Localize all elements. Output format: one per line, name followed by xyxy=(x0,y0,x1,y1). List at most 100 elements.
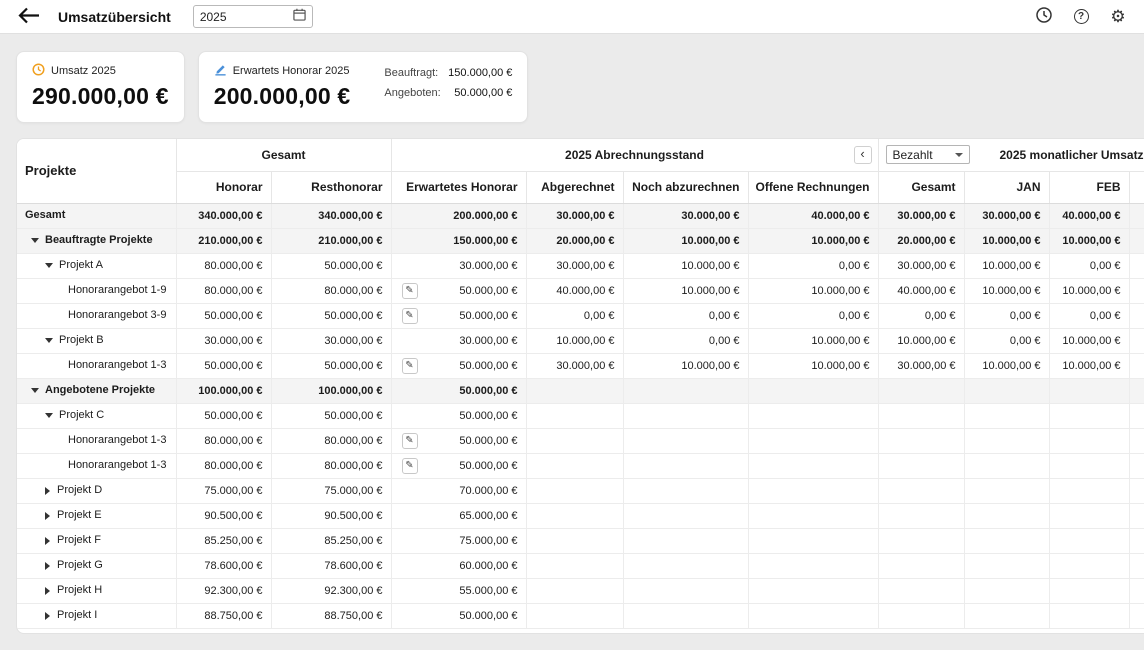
value-cell: 0,00 € xyxy=(964,303,1049,328)
angeboten-label: Angeboten: xyxy=(384,87,440,99)
cell-value: 100.000,00 € xyxy=(198,385,262,397)
edit-honorar-button[interactable]: ✎ xyxy=(402,433,418,449)
back-button[interactable] xyxy=(16,5,42,29)
value-cell xyxy=(526,478,623,503)
settings-button[interactable]: ⚙ xyxy=(1108,7,1128,27)
row-label-cell[interactable]: Beauftragte Projekte xyxy=(17,228,176,253)
table-row: Projekt I88.750,00 €88.750,00 €50.000,00… xyxy=(17,603,1144,628)
row-label-cell[interactable]: Projekt E xyxy=(17,503,176,528)
value-cell xyxy=(623,403,748,428)
expand-row-icon[interactable] xyxy=(45,562,50,570)
cell-value: 40.000,00 € xyxy=(897,285,955,297)
abrechnungsstand-label: 2025 Abrechnungsstand xyxy=(565,148,704,162)
cell-value: 75.000,00 € xyxy=(204,485,262,497)
collapse-row-icon[interactable] xyxy=(45,413,53,418)
cell-value: 10.000,00 € xyxy=(556,335,614,347)
value-cell xyxy=(1129,503,1144,528)
row-label-cell[interactable]: Projekt A xyxy=(17,253,176,278)
column-header-offene-rechnungen: Offene Rechnungen xyxy=(748,171,878,203)
value-cell xyxy=(1129,228,1144,253)
cell-value: 88.750,00 € xyxy=(204,610,262,622)
expand-row-icon[interactable] xyxy=(45,537,50,545)
bezahlt-dropdown[interactable]: Bezahlt xyxy=(886,145,970,164)
value-cell: 85.250,00 € xyxy=(176,528,271,553)
year-input[interactable] xyxy=(200,10,293,24)
row-label-cell[interactable]: Projekt F xyxy=(17,528,176,553)
value-cell: 92.300,00 € xyxy=(271,578,391,603)
value-cell xyxy=(878,578,964,603)
cell-value: 0,00 € xyxy=(709,335,740,347)
row-label-cell[interactable]: Projekt I xyxy=(17,603,176,628)
row-label-cell[interactable]: Projekt D xyxy=(17,478,176,503)
edit-honorar-button[interactable]: ✎ xyxy=(402,308,418,324)
value-cell: 20.000,00 € xyxy=(526,228,623,253)
column-header-noch-abzurechnen: Noch abzurechnen xyxy=(623,171,748,203)
help-button[interactable]: ? xyxy=(1071,7,1091,27)
value-cell: 0,00 € xyxy=(623,328,748,353)
umsatz-card: Umsatz 2025 290.000,00 € xyxy=(16,51,185,123)
value-cell: 0,00 € xyxy=(623,303,748,328)
value-cell xyxy=(623,378,748,403)
collapse-row-icon[interactable] xyxy=(31,388,39,393)
cell-value: 10.000,00 € xyxy=(982,235,1040,247)
value-cell: ✎50.000,00 € xyxy=(391,453,526,478)
row-label-cell[interactable]: Projekt B xyxy=(17,328,176,353)
value-cell xyxy=(1049,578,1129,603)
group-header-monatlicher-umsatz: Bezahlt 2025 monatlicher Umsatz xyxy=(878,139,1144,171)
row-label-cell[interactable]: Projekt H xyxy=(17,578,176,603)
row-label: Honorarangebot 3-9 xyxy=(68,310,166,322)
erwartetes-honorar-header: Erwartets Honorar 2025 xyxy=(214,63,351,79)
row-label: Honorarangebot 1-3 xyxy=(68,435,166,447)
edit-honorar-button[interactable]: ✎ xyxy=(402,358,418,374)
history-button[interactable] xyxy=(1034,7,1054,27)
table-row: Gesamt340.000,00 €340.000,00 €200.000,00… xyxy=(17,203,1144,228)
cell-value: 50.000,00 € xyxy=(459,285,517,297)
table-row: Honorarangebot 1-380.000,00 €80.000,00 €… xyxy=(17,428,1144,453)
cell-value: 50.000,00 € xyxy=(324,310,382,322)
angeboten-value: 50.000,00 € xyxy=(454,87,512,99)
cell-value: 80.000,00 € xyxy=(324,285,382,297)
erwartetes-honorar-label: Erwartets Honorar 2025 xyxy=(233,65,350,77)
row-label: Gesamt xyxy=(25,210,65,222)
value-cell: 10.000,00 € xyxy=(623,228,748,253)
value-cell xyxy=(623,603,748,628)
expand-row-icon[interactable] xyxy=(45,612,50,620)
cell-value: 200.000,00 € xyxy=(453,210,517,222)
row-label: Projekt H xyxy=(57,585,102,597)
value-cell: 10.000,00 € xyxy=(964,353,1049,378)
cell-value: 10.000,00 € xyxy=(1062,235,1120,247)
value-cell: 0,00 € xyxy=(1049,253,1129,278)
value-cell xyxy=(878,378,964,403)
honorar-pencil-icon xyxy=(214,63,227,79)
collapse-row-icon[interactable] xyxy=(31,238,39,243)
column-header-next-month xyxy=(1129,171,1144,203)
cell-value: 20.000,00 € xyxy=(897,235,955,247)
value-cell: ✎ 50.000,00 € xyxy=(391,278,526,303)
value-cell: 40.000,00 € xyxy=(748,203,878,228)
row-label-cell[interactable]: Projekt G xyxy=(17,553,176,578)
collapse-row-icon[interactable] xyxy=(45,263,53,268)
cell-value: 40.000,00 € xyxy=(556,285,614,297)
calendar-icon[interactable] xyxy=(293,8,306,26)
value-cell: 85.250,00 € xyxy=(271,528,391,553)
value-cell: 150.000,00 € xyxy=(391,228,526,253)
value-cell: 30.000,00 € xyxy=(526,353,623,378)
year-picker[interactable] xyxy=(193,5,313,28)
expand-row-icon[interactable] xyxy=(45,587,50,595)
value-cell xyxy=(748,478,878,503)
value-cell xyxy=(623,528,748,553)
value-cell xyxy=(964,428,1049,453)
umsatz-amount: 290.000,00 € xyxy=(32,83,169,110)
value-cell xyxy=(1049,428,1129,453)
edit-honorar-button[interactable]: ✎ xyxy=(402,458,418,474)
expand-row-icon[interactable] xyxy=(45,512,50,520)
expand-row-icon[interactable] xyxy=(45,487,50,495)
row-label: Projekt D xyxy=(57,485,102,497)
cell-value: 10.000,00 € xyxy=(811,335,869,347)
collapse-row-icon[interactable] xyxy=(45,338,53,343)
row-label-cell[interactable]: Angebotene Projekte xyxy=(17,378,176,403)
collapse-group-button[interactable]: ‹ xyxy=(854,146,872,164)
edit-honorar-button[interactable]: ✎ xyxy=(402,283,418,299)
row-label-cell[interactable]: Projekt C xyxy=(17,403,176,428)
value-cell xyxy=(623,453,748,478)
